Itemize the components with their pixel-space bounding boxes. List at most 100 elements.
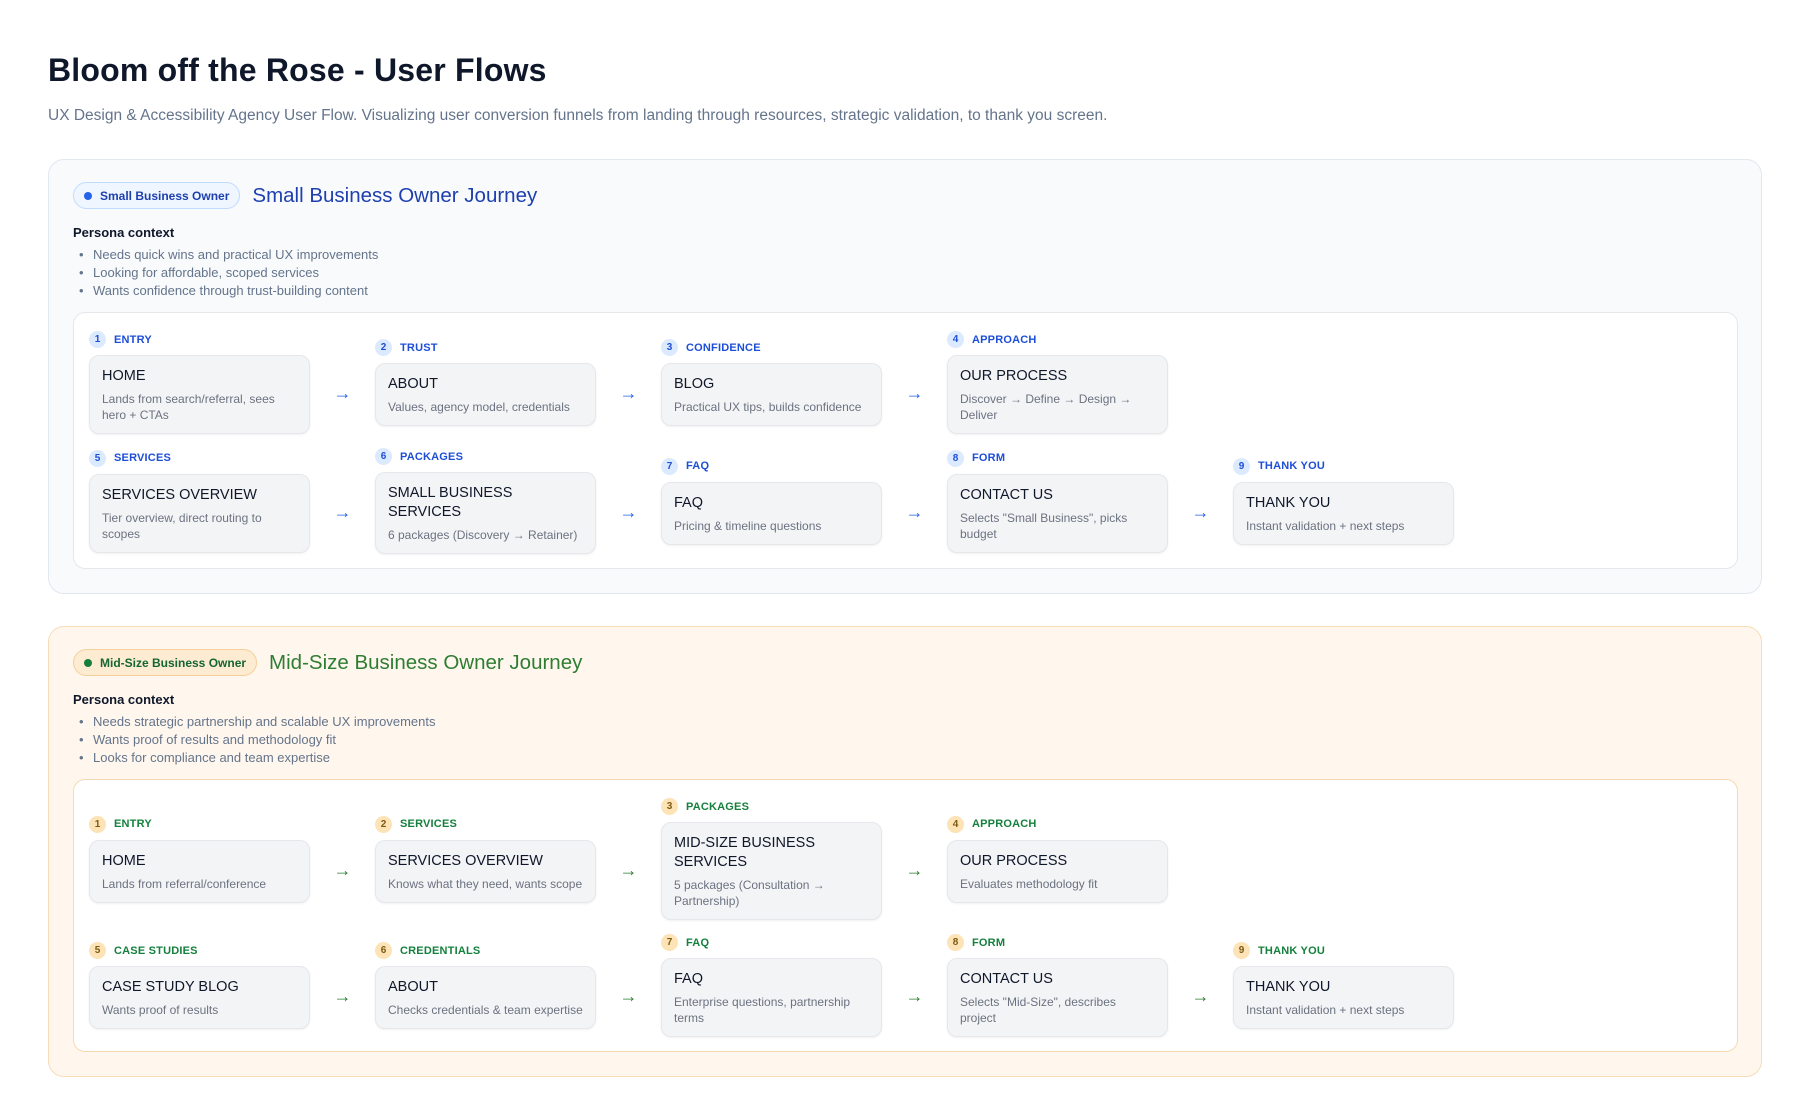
journey-header: Small Business Owner Small Business Owner… [73,182,1737,209]
step-description: Selects "Small Business", picks budget [960,510,1128,541]
step-description: Checks credentials & team expertise [388,1003,583,1017]
flow-step: 5 SERVICES SERVICES OVERVIEW Tier overview,… [89,449,310,553]
step-stage: THANK YOU [1258,460,1325,472]
step-card[interactable]: CASE STUDY BLOG Wants proof of results [89,966,310,1029]
arrow-right-icon: → [333,501,352,522]
step-title: THANK YOU [1246,979,1331,995]
step-label: 6 PACKAGES [375,448,596,465]
step-number: 8 [947,934,964,951]
step-title: SMALL BUSINESS SERVICES [388,485,513,520]
step-stage: TRUST [400,341,438,354]
flow-step: 8 FORM CONTACT US Selects "Mid-Size", descr… [947,934,1168,1037]
step-title: OUR PROCESS [960,368,1068,384]
step-number: 2 [375,339,392,356]
step-number: 2 [375,815,392,833]
arrow-right-icon: → [619,859,638,880]
step-card[interactable]: CONTACT US Selects "Mid-Size", describes … [947,958,1168,1037]
dot-icon [84,191,92,200]
flow-step: 9 THANK YOU THANK YOU Instant validation + … [1233,942,1454,1029]
arrow-right-icon: → [905,986,924,1006]
step-card[interactable]: FAQ Pricing & timeline questions [661,481,882,545]
step-title: SERVICES OVERVIEW [102,486,257,503]
step-card[interactable]: BLOG Practical UX tips, builds confidence [661,363,882,426]
arrow-right-icon: → [619,986,638,1006]
step-stage: ENTRY [114,818,152,830]
step-description: Selects "Mid-Size", describes project [960,995,1116,1025]
persona-context-list: Needs strategic partnership and scalable… [73,713,1737,767]
step-card[interactable]: CONTACT US Selects "Small Business", pick… [947,473,1168,553]
step-title: HOME [102,368,146,384]
step-description: 5 packages (Consultation → Partnership) [674,878,825,908]
persona-context-item: Wants confidence through trust-building … [73,282,1737,300]
step-label: 7 FAQ [661,934,882,951]
step-card[interactable]: SERVICES OVERVIEW Knows what they need, w… [375,839,596,903]
journey-header: Mid-Size Business Owner Mid-Size Business… [73,649,1737,676]
step-description: Enterprise questions, partnership terms [674,995,851,1025]
page-title: Bloom off the Rose - User Flows [48,52,547,88]
flow-step: 9 THANK YOU THANK YOU Instant validation + … [1233,457,1454,545]
step-card[interactable]: ABOUT Checks credentials & team expertise [375,966,596,1029]
step-description: Lands from search/referral, sees hero + … [102,392,275,422]
step-card[interactable]: OUR PROCESS Discover → Define → Design → … [947,355,1168,434]
arrow-right-icon: → [333,383,352,403]
step-number: 3 [661,339,678,356]
flow-diagram: 1 ENTRY HOME Lands from search/referral, se… [73,312,1738,569]
journey-title: Small Business Owner Journey [252,183,538,207]
arrow-right-icon: → [333,859,352,880]
step-number: 6 [375,942,392,959]
step-description: Knows what they need, wants scope [388,876,583,891]
step-description: Tier overview, direct routing to scopes [102,510,262,541]
step-card[interactable]: SMALL BUSINESS SERVICES 6 packages (Disco… [375,472,596,554]
step-stage: PACKAGES [400,450,464,463]
flow-step: 3 CONFIDENCE BLOG Practical UX tips, builds… [661,339,882,426]
flow-row: 1 ENTRY HOME Lands from search/referral, se… [89,331,1722,434]
arrow-right-icon: → [619,501,638,522]
step-label: 2 TRUST [375,339,596,356]
flow-step: 2 SERVICES SERVICES OVERVIEW Knows what the… [375,815,596,903]
flow-step: 1 ENTRY HOME Lands from search/referral, se… [89,331,310,434]
step-number: 8 [947,449,964,467]
step-title: ABOUT [388,376,438,392]
persona-context-item: Needs quick wins and practical UX improv… [73,246,1737,264]
step-number: 4 [947,331,964,348]
journey-section-small-business: Small Business Owner Small Business Owner… [48,159,1762,594]
arrow-right-icon: → [619,383,638,403]
step-card[interactable]: ABOUT Values, agency model, credentials [375,363,596,426]
step-label: 4 APPROACH [947,815,1168,833]
step-number: 3 [661,798,678,815]
flow-step: 6 PACKAGES SMALL BUSINESS SERVICES 6 packag… [375,448,596,554]
page: Bloom off the Rose - User Flows UX Desig… [0,0,1800,1077]
arrow-right-icon: → [333,986,352,1006]
step-number: 4 [947,815,964,833]
step-number: 1 [89,331,106,348]
persona-context-item: Looking for affordable, scoped services [73,264,1737,282]
step-number: 9 [1233,942,1250,959]
step-stage: FAQ [686,936,710,949]
journeys-container: Small Business Owner Small Business Owner… [48,159,1762,1077]
step-number: 9 [1233,457,1250,475]
step-card[interactable]: THANK YOU Instant validation + next steps [1233,966,1454,1029]
step-card[interactable]: FAQ Enterprise questions, partnership ter… [661,958,882,1037]
step-card[interactable]: SERVICES OVERVIEW Tier overview, direct r… [89,473,310,553]
persona-badge-label: Mid-Size Business Owner [100,655,247,670]
step-card[interactable]: MID-SIZE BUSINESS SERVICES 5 packages (Co… [661,822,882,920]
step-title: CONTACT US [960,971,1053,987]
step-number: 7 [661,457,678,475]
step-number: 7 [661,934,678,951]
step-title: OUR PROCESS [960,852,1068,869]
arrow-right-icon: → [905,859,924,880]
step-card[interactable]: THANK YOU Instant validation + next steps [1233,481,1454,545]
step-title: CASE STUDY BLOG [102,979,239,995]
step-stage: FORM [972,452,1006,464]
step-label: 8 FORM [947,449,1168,467]
dot-icon [84,658,92,667]
arrow-right-icon: → [905,383,924,403]
flow-step: 8 FORM CONTACT US Selects "Small Business",… [947,449,1168,553]
step-card[interactable]: HOME Lands from search/referral, sees her… [89,355,310,434]
arrow-right-icon: → [1191,501,1210,522]
step-description: Discover → Define → Design → Deliver [960,392,1132,422]
step-stage: APPROACH [972,818,1037,830]
step-description: Evaluates methodology fit [960,876,1098,891]
step-card[interactable]: OUR PROCESS Evaluates methodology fit [947,839,1168,903]
step-card[interactable]: HOME Lands from referral/conference [89,839,310,903]
